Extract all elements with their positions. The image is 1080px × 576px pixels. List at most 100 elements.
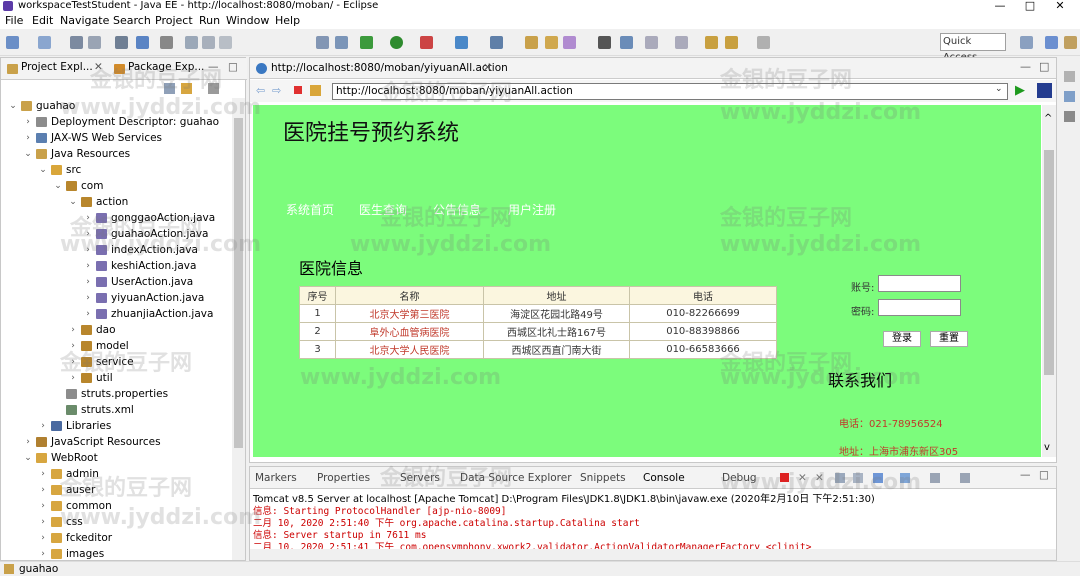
menu-project[interactable]: Project <box>155 14 193 27</box>
maximize-view-icon[interactable]: □ <box>228 61 238 73</box>
scrollbar-thumb[interactable] <box>234 118 243 448</box>
tab-console[interactable]: Console <box>643 472 685 484</box>
quick-access-field[interactable]: Quick Access <box>940 33 1006 63</box>
tab-debug[interactable]: Debug <box>722 472 757 484</box>
collapse-arrow-icon[interactable]: › <box>39 418 47 434</box>
remove-all-icon[interactable]: ✕ <box>815 472 824 484</box>
remove-launch-icon[interactable]: ✕ <box>798 472 807 484</box>
nav-home[interactable]: 系统首页 <box>286 201 334 218</box>
new-class-icon[interactable] <box>490 36 503 49</box>
pin-console-icon[interactable] <box>900 473 910 483</box>
explorer-scrollbar[interactable] <box>232 98 245 560</box>
open-folder-icon[interactable] <box>525 36 538 49</box>
open-external-browser-icon[interactable] <box>1037 83 1052 98</box>
terminate-console-icon[interactable] <box>780 473 789 482</box>
pencil-icon[interactable] <box>563 36 576 49</box>
maximize-editor-icon[interactable]: □ <box>1039 60 1049 73</box>
open-task-icon[interactable] <box>545 36 558 49</box>
show-on-output-icon[interactable] <box>873 473 883 483</box>
collapse-arrow-icon[interactable]: › <box>84 210 92 226</box>
cell-name[interactable]: 阜外心血管病医院 <box>335 322 484 341</box>
go-icon[interactable]: ▶ <box>1015 83 1025 98</box>
scroll-up-icon[interactable]: ^ <box>1044 113 1052 124</box>
tab-data-source-explorer[interactable]: Data Source Explorer <box>460 472 572 484</box>
password-input[interactable] <box>878 299 961 316</box>
collapse-arrow-icon[interactable]: › <box>39 514 47 530</box>
save-icon[interactable] <box>70 36 83 49</box>
expand-arrow-icon[interactable]: ⌄ <box>39 162 47 178</box>
reset-button[interactable]: 重置 <box>930 331 968 347</box>
collapse-arrow-icon[interactable]: › <box>24 114 32 130</box>
open-console-icon[interactable] <box>960 473 970 483</box>
collapse-arrow-icon[interactable]: › <box>39 466 47 482</box>
forward-icon[interactable] <box>757 36 770 49</box>
cell-name[interactable]: 北京大学第三医院 <box>335 304 484 323</box>
chevron-down-icon[interactable]: ⌄ <box>995 84 1003 94</box>
last-edit-icon[interactable] <box>705 36 718 49</box>
forward-arrow-icon[interactable]: ⇨ <box>272 84 281 97</box>
task-list-icon[interactable] <box>1064 91 1075 102</box>
open-perspective-icon[interactable] <box>1020 36 1033 49</box>
clear-console-icon[interactable] <box>835 473 845 483</box>
debug-icon[interactable] <box>360 36 373 49</box>
collapse-arrow-icon[interactable]: › <box>39 482 47 498</box>
cell-name[interactable]: 北京大学人民医院 <box>335 340 484 359</box>
refresh-icon[interactable] <box>310 85 321 96</box>
run-icon[interactable] <box>390 36 403 49</box>
new-java-project-icon[interactable] <box>455 36 468 49</box>
maximize-console-icon[interactable]: □ <box>1039 469 1049 481</box>
nav-announcements[interactable]: 公告信息 <box>433 201 481 218</box>
minimize-console-icon[interactable]: — <box>1020 469 1031 481</box>
page-scrollbar-thumb[interactable] <box>1044 150 1054 375</box>
terminate-icon[interactable] <box>219 36 232 49</box>
new-server-icon[interactable] <box>38 36 51 49</box>
scroll-down-icon[interactable]: v <box>1044 442 1050 453</box>
console-hscrollbar[interactable] <box>250 549 1056 560</box>
tab-snippets[interactable]: Snippets <box>580 472 626 484</box>
collapse-arrow-icon[interactable]: › <box>69 322 77 338</box>
collapse-arrow-icon[interactable]: › <box>24 130 32 146</box>
scroll-lock-icon[interactable] <box>853 473 863 483</box>
tab-markers[interactable]: Markers <box>255 472 297 484</box>
link-editor-icon[interactable] <box>181 83 192 94</box>
close-button[interactable]: ✕ <box>1045 0 1075 12</box>
menu-help[interactable]: Help <box>275 14 300 27</box>
minimize-view-icon[interactable]: — <box>208 61 219 73</box>
back-arrow-icon[interactable]: ⇦ <box>256 84 265 97</box>
skip-breakpoints-icon[interactable] <box>160 36 173 49</box>
search-icon[interactable] <box>598 36 611 49</box>
collapse-arrow-icon[interactable]: › <box>84 226 92 242</box>
collapse-arrow-icon[interactable]: › <box>69 370 77 386</box>
collapse-arrow-icon[interactable]: › <box>69 354 77 370</box>
next-annotation-icon[interactable] <box>645 36 658 49</box>
tab-properties[interactable]: Properties <box>317 472 370 484</box>
menu-file[interactable]: File <box>5 14 23 27</box>
external-tools-icon[interactable] <box>420 36 433 49</box>
build-icon[interactable] <box>136 36 149 49</box>
collapse-arrow-icon[interactable]: › <box>39 546 47 562</box>
outline-icon[interactable] <box>1064 71 1075 82</box>
annotation-icon[interactable] <box>620 36 633 49</box>
new-icon[interactable] <box>6 36 19 49</box>
format-icon[interactable] <box>316 36 329 49</box>
expand-arrow-icon[interactable]: ⌄ <box>24 450 32 466</box>
editor-tab-title[interactable]: http://localhost:8080/moban/yiyuanAll.ac… <box>271 62 508 74</box>
collapse-arrow-icon[interactable]: › <box>39 530 47 546</box>
display-console-icon[interactable] <box>930 473 940 483</box>
collapse-arrow-icon[interactable]: › <box>84 242 92 258</box>
menu-edit[interactable]: Edit <box>32 14 53 27</box>
menu-window[interactable]: Window <box>226 14 269 27</box>
collapse-all-icon[interactable] <box>164 83 175 94</box>
collapse-arrow-icon[interactable]: › <box>24 434 32 450</box>
menu-search[interactable]: Search <box>113 14 151 27</box>
collapse-arrow-icon[interactable]: › <box>84 306 92 322</box>
url-input[interactable]: http://localhost:8080/moban/yiyuanAll.ac… <box>332 83 1008 100</box>
collapse-arrow-icon[interactable]: › <box>84 290 92 306</box>
expand-arrow-icon[interactable]: ⌄ <box>24 146 32 162</box>
collapse-arrow-icon[interactable]: › <box>69 338 77 354</box>
suspend-icon[interactable] <box>202 36 215 49</box>
close-icon[interactable]: ✕ <box>94 61 103 73</box>
expand-arrow-icon[interactable]: ⌄ <box>69 194 77 210</box>
nav-register[interactable]: 用户注册 <box>508 201 556 218</box>
java-perspective-icon[interactable] <box>1064 36 1077 49</box>
